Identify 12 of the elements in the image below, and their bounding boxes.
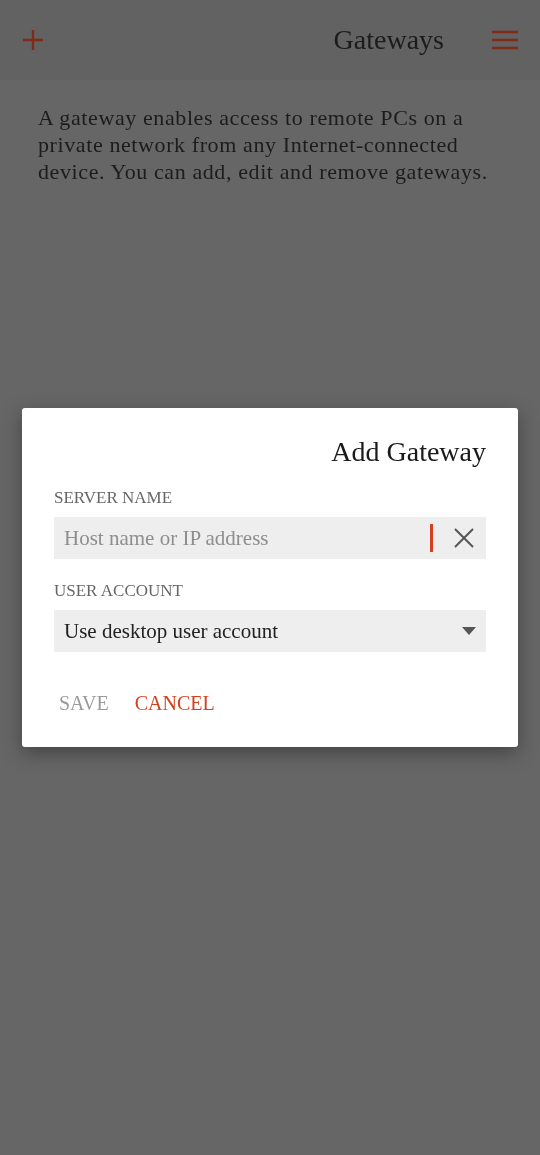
field-label: SERVER NAME (54, 488, 174, 508)
page-title: Gateways (333, 24, 444, 56)
server-name-field[interactable]: Host name or IP address (54, 517, 486, 559)
dialog-title: Add Gateway (331, 436, 486, 468)
clear-icon[interactable] (453, 527, 475, 549)
menu-icon[interactable] (492, 30, 518, 50)
add-icon[interactable] (22, 29, 44, 51)
description-text: A gateway enables access to remote PCs on a private network from any Internet-connected device. You can add, edit and remove gateways. (38, 104, 489, 185)
dialog-button[interactable]: CANCEL (129, 686, 220, 721)
caret-icon (462, 627, 476, 635)
field-label: USER ACCOUNT (54, 581, 184, 601)
user-account-dropdown[interactable]: Use desktop user account (54, 610, 486, 652)
